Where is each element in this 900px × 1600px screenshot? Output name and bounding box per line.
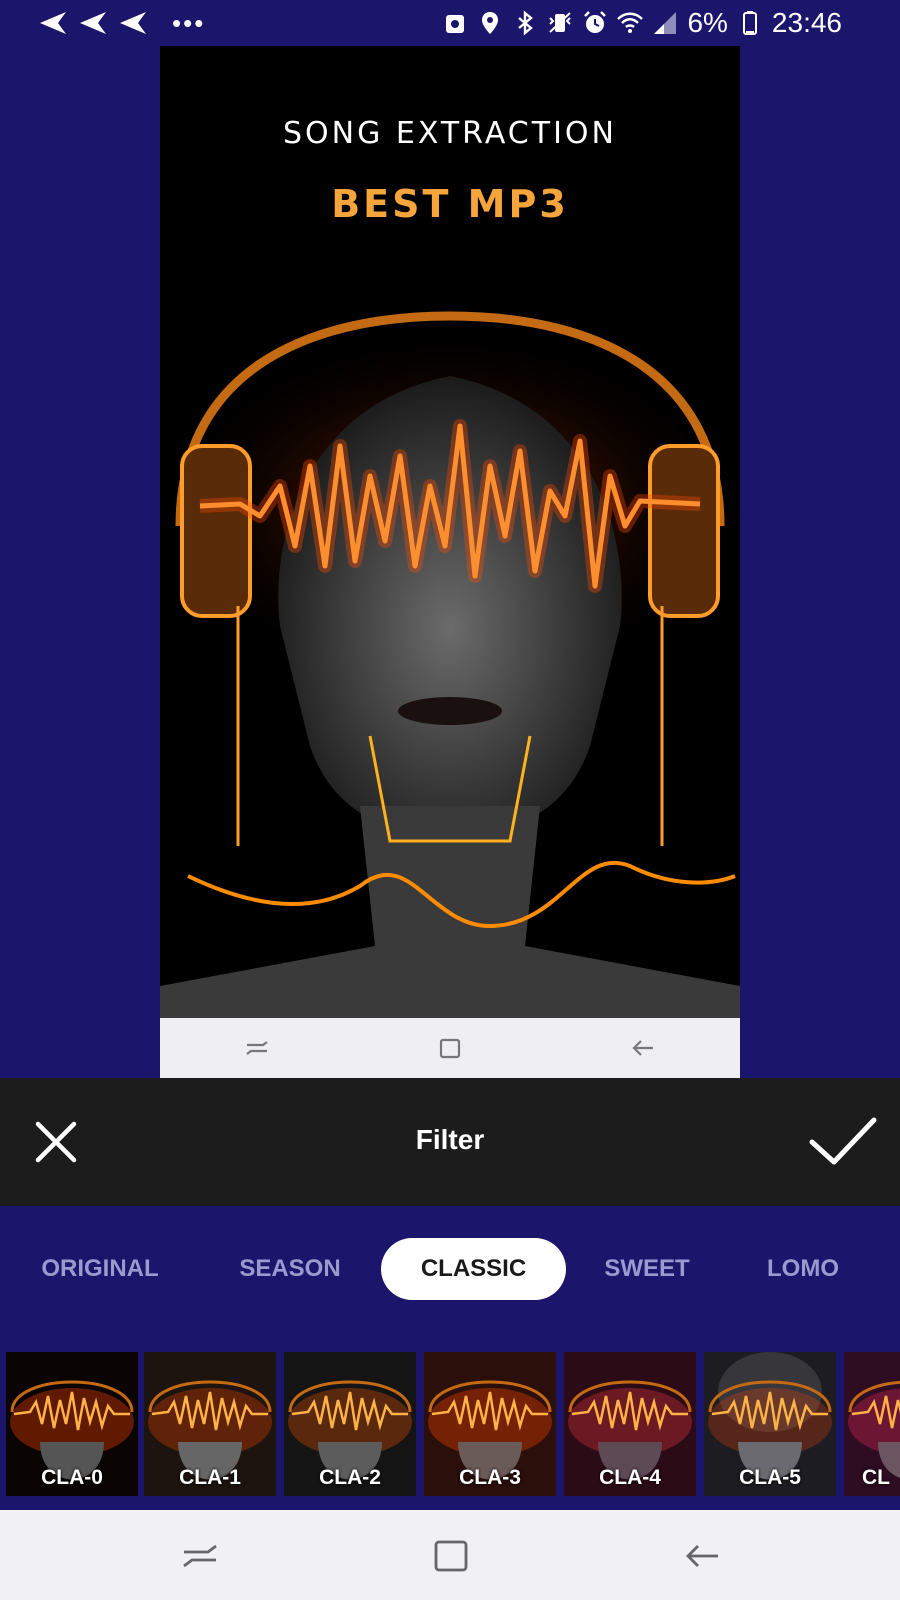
battery-percent: 6% (687, 7, 728, 38)
filter-thumbnail-strip: CLA-0 CLA-1 CLA-2 CLA-3 CLA-4 CLA-5 CL (0, 1352, 900, 1496)
filter-thumbnail[interactable]: CLA-0 (6, 1352, 138, 1496)
poster-title: SONG EXTRACTION (283, 116, 617, 151)
filter-label: CLA-5 (739, 1466, 801, 1489)
filter-category-tabs: ORIGINAL SEASON CLASSIC SWEET LOMO (0, 1238, 900, 1300)
vibrate-icon (549, 12, 572, 33)
filter-label: CL (862, 1466, 890, 1489)
tab-lomo[interactable]: LOMO (740, 1238, 866, 1300)
status-system-icons: 6% 23:46 (442, 6, 842, 40)
more-dots-icon: ••• (172, 8, 206, 38)
home-icon (439, 1038, 461, 1059)
send-icon (80, 12, 106, 34)
filter-label: CLA-0 (41, 1466, 103, 1489)
bluetooth-icon (518, 10, 534, 36)
filter-thumbnail[interactable]: CLA-1 (144, 1352, 276, 1496)
image-preview[interactable]: SONG EXTRACTION BEST MP3 (160, 46, 740, 1078)
back-icon[interactable] (682, 1538, 722, 1574)
home-icon[interactable] (430, 1538, 470, 1574)
location-icon (482, 12, 499, 34)
check-icon[interactable] (808, 1114, 878, 1170)
tab-season[interactable]: SEASON (210, 1238, 370, 1300)
filter-label: CLA-3 (459, 1466, 521, 1489)
tab-original[interactable]: ORIGINAL (22, 1238, 178, 1300)
alarm-icon (584, 11, 607, 33)
filter-label: CLA-4 (599, 1466, 661, 1489)
wifi-icon (617, 12, 644, 33)
back-icon (632, 1040, 654, 1056)
tab-classic[interactable]: CLASSIC (381, 1238, 566, 1300)
send-icon (40, 12, 66, 34)
filter-toolbar: Filter (0, 1078, 900, 1206)
status-bar: ••• 6% 23:46 (0, 0, 900, 46)
toolbar-title: Filter (415, 1124, 485, 1155)
tab-sweet[interactable]: SWEET (580, 1238, 714, 1300)
signal-icon (654, 12, 677, 34)
clock: 23:46 (771, 7, 842, 38)
filter-label: CLA-1 (179, 1466, 241, 1489)
send-icon (120, 12, 146, 34)
recents-icon[interactable] (180, 1538, 220, 1574)
filter-thumbnail[interactable]: CLA-4 (564, 1352, 696, 1496)
system-nav-bar (0, 1510, 900, 1600)
battery-icon (742, 11, 757, 35)
preview-nav-bar (160, 1018, 740, 1078)
recents-icon (245, 1041, 268, 1055)
status-notifications: ••• (38, 8, 205, 38)
filter-label: CLA-2 (319, 1466, 381, 1489)
filter-thumbnail[interactable]: CL (844, 1352, 900, 1496)
filter-thumbnail[interactable]: CLA-2 (284, 1352, 416, 1496)
filter-thumbnail[interactable]: CLA-5 (704, 1352, 836, 1496)
filter-thumbnail[interactable]: CLA-3 (424, 1352, 556, 1496)
shield-icon (446, 15, 465, 33)
poster-subtitle: BEST MP3 (331, 182, 569, 226)
